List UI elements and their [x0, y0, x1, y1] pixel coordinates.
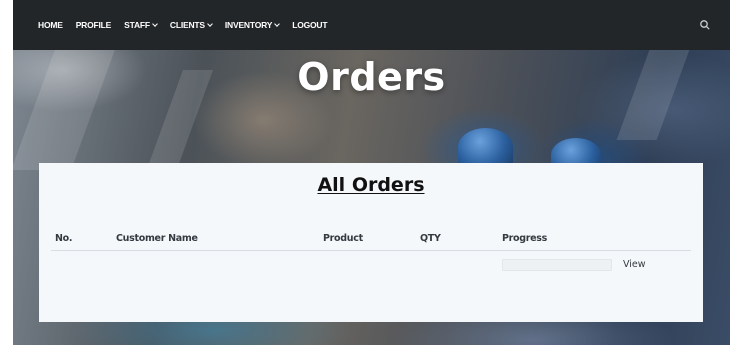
table-header: No. Customer Name Product QTY Progress: [51, 233, 691, 251]
nav-item-home[interactable]: HOME: [38, 20, 63, 30]
nav-item-label: LOGOUT: [292, 20, 328, 30]
column-header-no: No.: [55, 233, 73, 244]
orders-title: All Orders: [317, 174, 425, 196]
nav-item-label: CLIENTS: [169, 20, 205, 30]
page: HOME PROFILE STAFF CLIENTS INVENTORY LOG…: [13, 0, 730, 345]
column-header-qty: QTY: [420, 233, 441, 244]
chevron-down-icon: [274, 21, 281, 27]
nav-item-staff[interactable]: STAFF: [124, 20, 158, 30]
nav-item-label: STAFF: [124, 20, 150, 30]
page-title: Orders: [297, 55, 446, 99]
progress-bar: [502, 259, 612, 271]
column-header-progress: Progress: [502, 233, 548, 244]
column-header-customer-name: Customer Name: [116, 233, 198, 244]
nav-item-label: PROFILE: [75, 20, 112, 30]
nav-item-inventory[interactable]: INVENTORY: [224, 20, 281, 30]
column-header-product: Product: [323, 233, 363, 244]
hero-decoration: [458, 128, 513, 166]
orders-panel: All Orders No. Customer Name Product QTY…: [39, 163, 703, 322]
top-navbar: HOME PROFILE STAFF CLIENTS INVENTORY LOG…: [13, 0, 730, 50]
nav-item-label: HOME: [38, 20, 63, 30]
chevron-down-icon: [152, 21, 158, 27]
nav-menu: HOME PROFILE STAFF CLIENTS INVENTORY LOG…: [38, 20, 340, 30]
view-link[interactable]: View: [623, 259, 646, 270]
nav-item-clients[interactable]: CLIENTS: [169, 20, 213, 30]
search-icon[interactable]: [698, 18, 712, 32]
chevron-down-icon: [207, 21, 213, 27]
nav-item-logout[interactable]: LOGOUT: [292, 20, 327, 30]
table-row: View: [51, 256, 691, 278]
nav-item-profile[interactable]: PROFILE: [75, 20, 112, 30]
nav-item-label: INVENTORY: [224, 20, 273, 30]
